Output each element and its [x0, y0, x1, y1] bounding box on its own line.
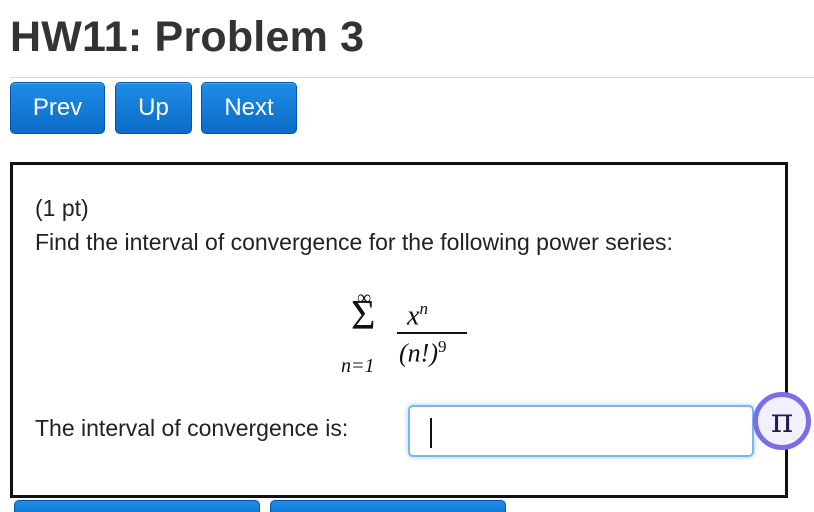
fraction-denominator: (n!)9 [399, 337, 446, 369]
text-cursor [430, 418, 432, 448]
page-title: HW11: Problem 3 [10, 13, 365, 61]
power-series-formula: ∞ Σ n=1 xn (n!)9 [341, 285, 471, 385]
numerator-base: x [407, 300, 420, 332]
submit-button-partial[interactable] [14, 500, 260, 512]
fraction-bar [397, 332, 467, 334]
denominator-base: (n!) [399, 338, 438, 368]
title-divider [10, 77, 814, 78]
numerator-exponent: n [419, 299, 428, 318]
next-button[interactable]: Next [201, 82, 297, 134]
page: HW11: Problem 3 Prev Up Next (1 pt) Find… [0, 0, 814, 512]
equation-editor-pi-button[interactable]: π [753, 392, 811, 450]
sigma-symbol: Σ [351, 293, 376, 339]
denominator-exponent: 9 [437, 337, 447, 356]
up-button[interactable]: Up [115, 82, 192, 134]
preview-button-partial[interactable] [270, 500, 506, 512]
problem-prompt: Find the interval of convergence for the… [35, 229, 673, 255]
fraction-numerator: xn [407, 299, 428, 332]
problem-panel: (1 pt) Find the interval of convergence … [10, 162, 788, 498]
answer-input[interactable] [408, 405, 754, 457]
answer-label: The interval of convergence is: [35, 415, 349, 441]
problem-points: (1 pt) [35, 195, 89, 221]
prev-button[interactable]: Prev [10, 82, 105, 134]
sum-lower-limit: n=1 [341, 355, 375, 377]
